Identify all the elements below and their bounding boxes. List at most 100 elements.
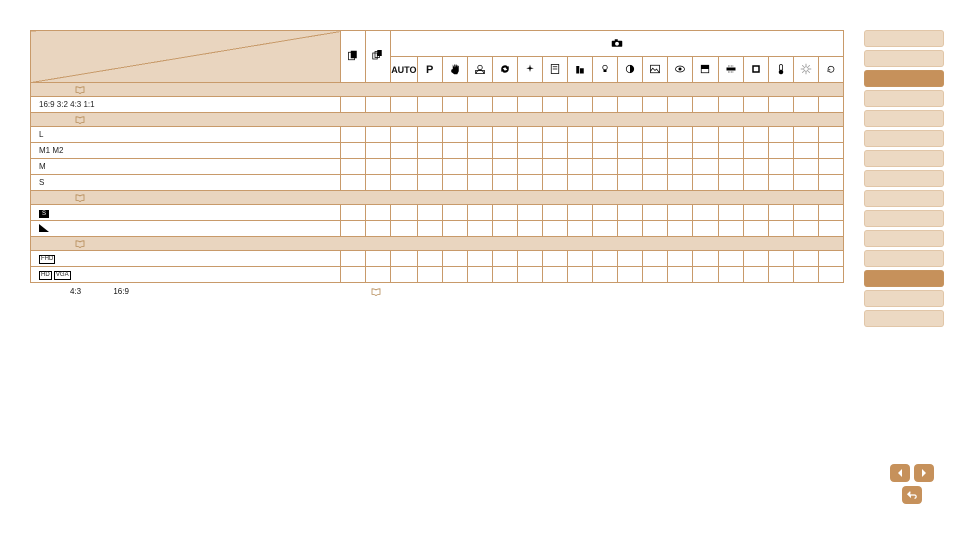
cell bbox=[391, 127, 417, 143]
cell bbox=[618, 267, 643, 283]
cell bbox=[618, 221, 643, 237]
cell bbox=[743, 251, 768, 267]
footnote: 4:3 16:9 bbox=[30, 283, 844, 296]
mode-fisheye bbox=[668, 57, 693, 83]
cell bbox=[668, 97, 693, 113]
sidebar-tab[interactable] bbox=[864, 150, 944, 167]
cell bbox=[366, 127, 391, 143]
sidebar-tab[interactable] bbox=[864, 270, 944, 287]
cell bbox=[492, 267, 517, 283]
mode-tilt bbox=[718, 57, 743, 83]
cell bbox=[668, 127, 693, 143]
sidebar-tab[interactable] bbox=[864, 190, 944, 207]
sidebar-tab[interactable] bbox=[864, 70, 944, 87]
cell bbox=[467, 159, 492, 175]
sidebar-tab[interactable] bbox=[864, 230, 944, 247]
cell bbox=[417, 267, 442, 283]
sidebar-tab[interactable] bbox=[864, 50, 944, 67]
cell bbox=[743, 97, 768, 113]
cell bbox=[693, 159, 718, 175]
cell bbox=[618, 175, 643, 191]
sidebar-tab[interactable] bbox=[864, 90, 944, 107]
prev-button[interactable] bbox=[890, 464, 910, 482]
cell bbox=[643, 143, 668, 159]
cell bbox=[391, 221, 417, 237]
cell bbox=[517, 221, 542, 237]
cell bbox=[818, 251, 843, 267]
row-label: S bbox=[31, 205, 341, 221]
sidebar-tab[interactable] bbox=[864, 310, 944, 327]
cell bbox=[366, 251, 391, 267]
next-button[interactable] bbox=[914, 464, 934, 482]
sidebar-tab[interactable] bbox=[864, 210, 944, 227]
cell bbox=[743, 267, 768, 283]
cell bbox=[793, 267, 818, 283]
back-button[interactable] bbox=[902, 486, 922, 504]
cell bbox=[718, 221, 743, 237]
book-icon bbox=[75, 115, 85, 124]
section-header bbox=[31, 83, 844, 97]
sidebar-tab[interactable] bbox=[864, 250, 944, 267]
cell bbox=[643, 159, 668, 175]
mode-face bbox=[467, 57, 492, 83]
cell bbox=[768, 221, 793, 237]
cell bbox=[643, 205, 668, 221]
cell bbox=[542, 251, 567, 267]
cell bbox=[668, 205, 693, 221]
cell bbox=[793, 127, 818, 143]
sidebar-tab[interactable] bbox=[864, 110, 944, 127]
cell bbox=[341, 267, 366, 283]
cell bbox=[718, 159, 743, 175]
row-label: L bbox=[31, 127, 341, 143]
cell bbox=[593, 127, 618, 143]
cell bbox=[341, 175, 366, 191]
cell bbox=[391, 267, 417, 283]
cell bbox=[568, 159, 593, 175]
cell bbox=[542, 127, 567, 143]
cell bbox=[718, 267, 743, 283]
mode-bulb bbox=[593, 57, 618, 83]
cell bbox=[341, 97, 366, 113]
cell bbox=[391, 159, 417, 175]
cell bbox=[743, 143, 768, 159]
cell bbox=[467, 127, 492, 143]
cell bbox=[793, 97, 818, 113]
cell bbox=[643, 127, 668, 143]
cell bbox=[366, 143, 391, 159]
cell bbox=[668, 251, 693, 267]
cell bbox=[542, 143, 567, 159]
mode-refresh bbox=[818, 57, 843, 83]
cell bbox=[492, 175, 517, 191]
cell bbox=[693, 127, 718, 143]
cell bbox=[593, 267, 618, 283]
sidebar-tab[interactable] bbox=[864, 170, 944, 187]
cell bbox=[743, 127, 768, 143]
cell bbox=[492, 251, 517, 267]
cell bbox=[818, 175, 843, 191]
pager bbox=[890, 464, 934, 504]
cell bbox=[442, 175, 467, 191]
cell bbox=[568, 251, 593, 267]
cell bbox=[643, 267, 668, 283]
cell bbox=[693, 97, 718, 113]
cell bbox=[568, 143, 593, 159]
cell bbox=[517, 143, 542, 159]
cell bbox=[818, 267, 843, 283]
corner-cell bbox=[31, 31, 341, 83]
cell bbox=[442, 143, 467, 159]
cell bbox=[768, 251, 793, 267]
cell bbox=[668, 267, 693, 283]
cell bbox=[718, 251, 743, 267]
cell bbox=[818, 221, 843, 237]
sidebar-tab[interactable] bbox=[864, 130, 944, 147]
cell bbox=[818, 143, 843, 159]
cell bbox=[693, 175, 718, 191]
cell bbox=[743, 221, 768, 237]
sidebar-tab[interactable] bbox=[864, 290, 944, 307]
cell bbox=[618, 251, 643, 267]
cell bbox=[492, 97, 517, 113]
cell bbox=[517, 127, 542, 143]
sidebar-tab[interactable] bbox=[864, 30, 944, 47]
cell bbox=[793, 175, 818, 191]
cell bbox=[818, 205, 843, 221]
